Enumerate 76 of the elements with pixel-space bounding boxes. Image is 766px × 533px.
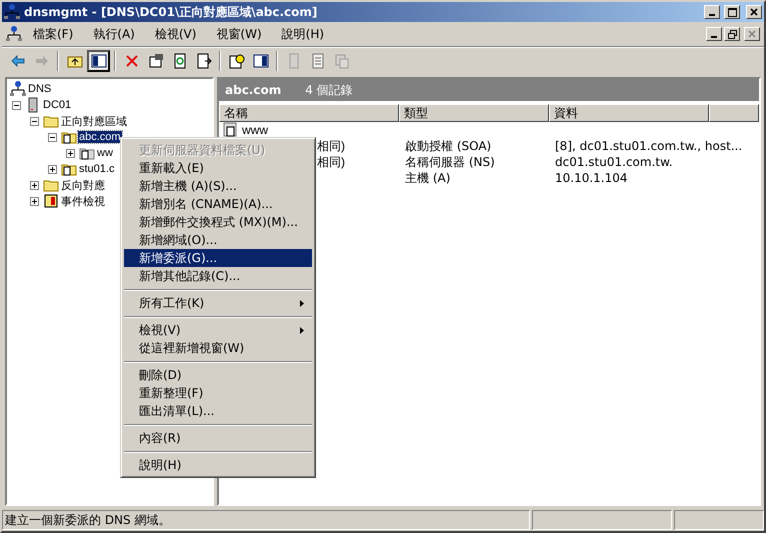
tree-item[interactable]: 事件檢視: [60, 194, 106, 208]
table-cell: 主機 (A): [405, 170, 450, 186]
column-header[interactable]: 資料: [549, 104, 709, 122]
context-menu-item[interactable]: 新增其他記錄(C)...: [124, 267, 312, 285]
menu-item[interactable]: 視窗(W): [207, 24, 271, 44]
panel-toggle-icon: [90, 53, 106, 69]
context-menu-item[interactable]: 檢視(V): [124, 321, 312, 339]
context-menu-item[interactable]: 刪除(D): [124, 366, 312, 384]
toolbar-button[interactable]: [87, 50, 110, 72]
tree-item[interactable]: DC01: [42, 99, 72, 111]
menu-item[interactable]: 執行(A): [84, 24, 144, 44]
expand-box[interactable]: [66, 148, 75, 158]
column-header[interactable]: [709, 104, 759, 122]
column-header[interactable]: 類型: [399, 104, 549, 122]
table-cell: dc01.stu01.com.tw.: [555, 155, 673, 169]
network-icon: [6, 26, 22, 42]
context-menu-item[interactable]: 新增別名 (CNAME)(A)...: [124, 195, 312, 213]
expand-box[interactable]: [30, 180, 39, 190]
context-menu-item[interactable]: 內容(R): [124, 429, 312, 447]
back-arrow-icon: [10, 53, 26, 69]
collapse-box[interactable]: [30, 116, 39, 126]
context-menu-item[interactable]: 所有工作(K): [124, 294, 312, 312]
context-menu-item[interactable]: 新增主機 (A)(S)...: [124, 177, 312, 195]
expand-box[interactable]: [30, 196, 39, 206]
copy-icon: [334, 53, 350, 69]
tree-item[interactable]: ww: [96, 147, 114, 159]
delete-x-icon: [124, 53, 140, 69]
context-menu-item[interactable]: 說明(H): [124, 456, 312, 474]
event-log-icon: [43, 193, 59, 209]
maximize-button[interactable]: [724, 5, 740, 19]
table-cell: 啟動授權 (SOA): [405, 138, 492, 154]
collapse-box[interactable]: [12, 100, 21, 110]
network-icon: [10, 81, 26, 97]
network-icon: [4, 4, 20, 20]
table-cell: 名稱伺服器 (NS): [405, 154, 495, 170]
minimize-button[interactable]: [706, 27, 722, 41]
tree-item[interactable]: DNS: [27, 83, 52, 95]
tree-item[interactable]: stu01.c: [78, 163, 116, 175]
notepad-icon: [310, 53, 326, 69]
status-text: 建立一個新委派的 DNS 網域。: [2, 510, 530, 530]
context-menu-item[interactable]: 重新整理(F): [124, 384, 312, 402]
close-icon: [748, 30, 756, 38]
context-menu-item[interactable]: 匯出清單(L)...: [124, 402, 312, 420]
table-cell: [8], dc01.stu01.com.tw., host...: [555, 139, 742, 153]
tree-item[interactable]: 正向對應區域: [60, 114, 128, 128]
table-cell: www: [242, 123, 268, 137]
record-count: 4 個記錄: [305, 82, 353, 98]
collapse-box[interactable]: [48, 132, 57, 142]
close-icon: [750, 8, 758, 16]
tree-item[interactable]: 反向對應: [60, 178, 106, 192]
table-cell: 相同): [317, 138, 345, 154]
context-menu-item[interactable]: 重新載入(E): [124, 159, 312, 177]
context-menu-item[interactable]: 新增委派(G)...: [124, 249, 312, 267]
tree-item[interactable]: abc.com: [78, 131, 122, 143]
restore-icon: [728, 30, 736, 38]
maximize-icon: [728, 8, 736, 16]
export-list-icon: [196, 53, 212, 69]
table-cell: 10.10.1.104: [555, 171, 628, 185]
expand-box[interactable]: [48, 164, 57, 174]
panel-right-icon: [252, 53, 268, 69]
header-title: abc.com: [225, 83, 282, 97]
close-button[interactable]: [744, 27, 760, 41]
column-header[interactable]: 名稱: [219, 104, 399, 122]
context-menu-item[interactable]: 新增網域(O)...: [124, 231, 312, 249]
refresh-icon: [172, 53, 188, 69]
close-button[interactable]: [746, 5, 762, 19]
context-menu-item[interactable]: 新增郵件交換程式 (MX)(M)...: [124, 213, 312, 231]
context-menu-item[interactable]: 從這裡新增視窗(W): [124, 339, 312, 357]
menu-item[interactable]: 檔案(F): [24, 24, 82, 44]
forward-arrow-icon: [34, 53, 50, 69]
menu-item[interactable]: 檢視(V): [146, 24, 206, 44]
window-title: dnsmgmt - [DNS\DC01\正向對應區域\abc.com]: [24, 4, 318, 20]
restore-button[interactable]: [724, 27, 740, 41]
table-cell: 相同): [317, 154, 345, 170]
menu-item[interactable]: 說明(H): [272, 24, 334, 44]
minimize-button[interactable]: [704, 5, 720, 19]
